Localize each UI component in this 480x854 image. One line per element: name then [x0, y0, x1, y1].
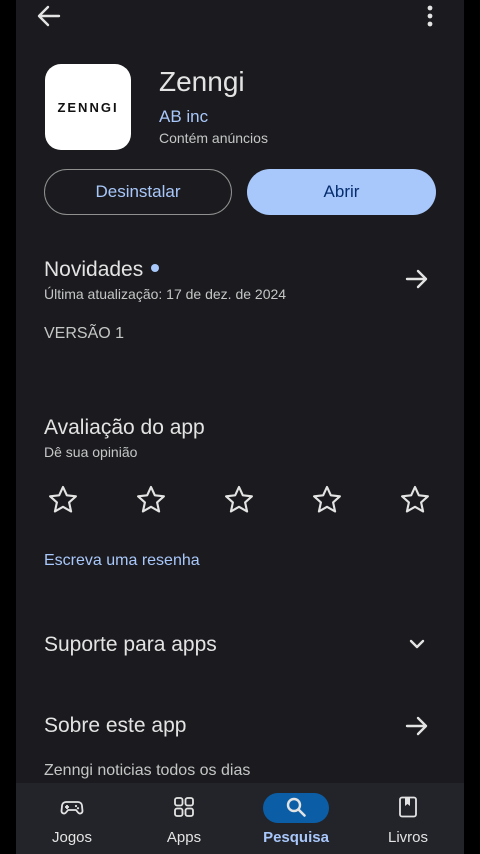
- whats-new-arrow-icon[interactable]: [404, 266, 430, 292]
- ads-notice: Contém anúncios: [159, 130, 268, 146]
- nav-item-apps[interactable]: Apps: [128, 783, 240, 854]
- nav-item-search[interactable]: Pesquisa: [240, 783, 352, 854]
- bottom-navigation: Jogos Apps Pesquisa Livros: [16, 783, 464, 854]
- nav-label-books: Livros: [387, 829, 428, 846]
- about-section-title[interactable]: Sobre este app: [44, 714, 186, 738]
- uninstall-button[interactable]: Desinstalar: [44, 169, 232, 215]
- nav-label-search: Pesquisa: [263, 829, 329, 846]
- write-review-link[interactable]: Escreva uma resenha: [44, 552, 200, 570]
- about-description: Zenngi noticias todos os dias: [44, 762, 251, 779]
- new-indicator-dot: [151, 264, 160, 273]
- open-button[interactable]: Abrir: [247, 169, 436, 215]
- developer-link[interactable]: AB inc: [159, 107, 208, 127]
- back-arrow-icon[interactable]: [36, 4, 62, 28]
- nav-label-games: Jogos: [51, 829, 93, 846]
- star-icon-3[interactable]: [222, 483, 256, 517]
- last-update-text: Última atualização: 17 de dez. de 2024: [44, 286, 287, 302]
- chevron-down-icon[interactable]: [405, 632, 429, 656]
- whats-new-title: Novidades: [44, 258, 144, 281]
- app-support-title[interactable]: Suporte para apps: [44, 633, 217, 657]
- top-app-bar: [16, 0, 464, 34]
- nav-label-apps: Apps: [166, 829, 202, 846]
- star-icon-4[interactable]: [310, 483, 344, 517]
- star-icon-2[interactable]: [134, 483, 168, 517]
- release-notes: VERSÃO 1: [44, 325, 125, 342]
- app-title: Zenngi: [159, 66, 245, 97]
- star-icon-1[interactable]: [46, 483, 80, 517]
- app-details-screen: ZENNGI Zenngi AB inc Contém anúncios Des…: [16, 0, 464, 854]
- gamepad-icon: [60, 795, 84, 819]
- about-arrow-icon[interactable]: [404, 713, 430, 739]
- app-icon: ZENNGI: [45, 64, 131, 150]
- more-options-icon[interactable]: [422, 4, 438, 28]
- search-icon: [284, 795, 308, 819]
- star-icon-5[interactable]: [398, 483, 432, 517]
- whats-new-section-title[interactable]: Novidades: [44, 258, 160, 282]
- bookmark-book-icon: [396, 795, 420, 819]
- app-icon-logo-text: ZENNGI: [57, 99, 119, 115]
- rating-subtitle: Dê sua opinião: [44, 444, 138, 460]
- nav-item-books[interactable]: Livros: [352, 783, 464, 854]
- rating-section-title: Avaliação do app: [44, 416, 205, 439]
- apps-grid-icon: [172, 795, 196, 819]
- nav-item-games[interactable]: Jogos: [16, 783, 128, 854]
